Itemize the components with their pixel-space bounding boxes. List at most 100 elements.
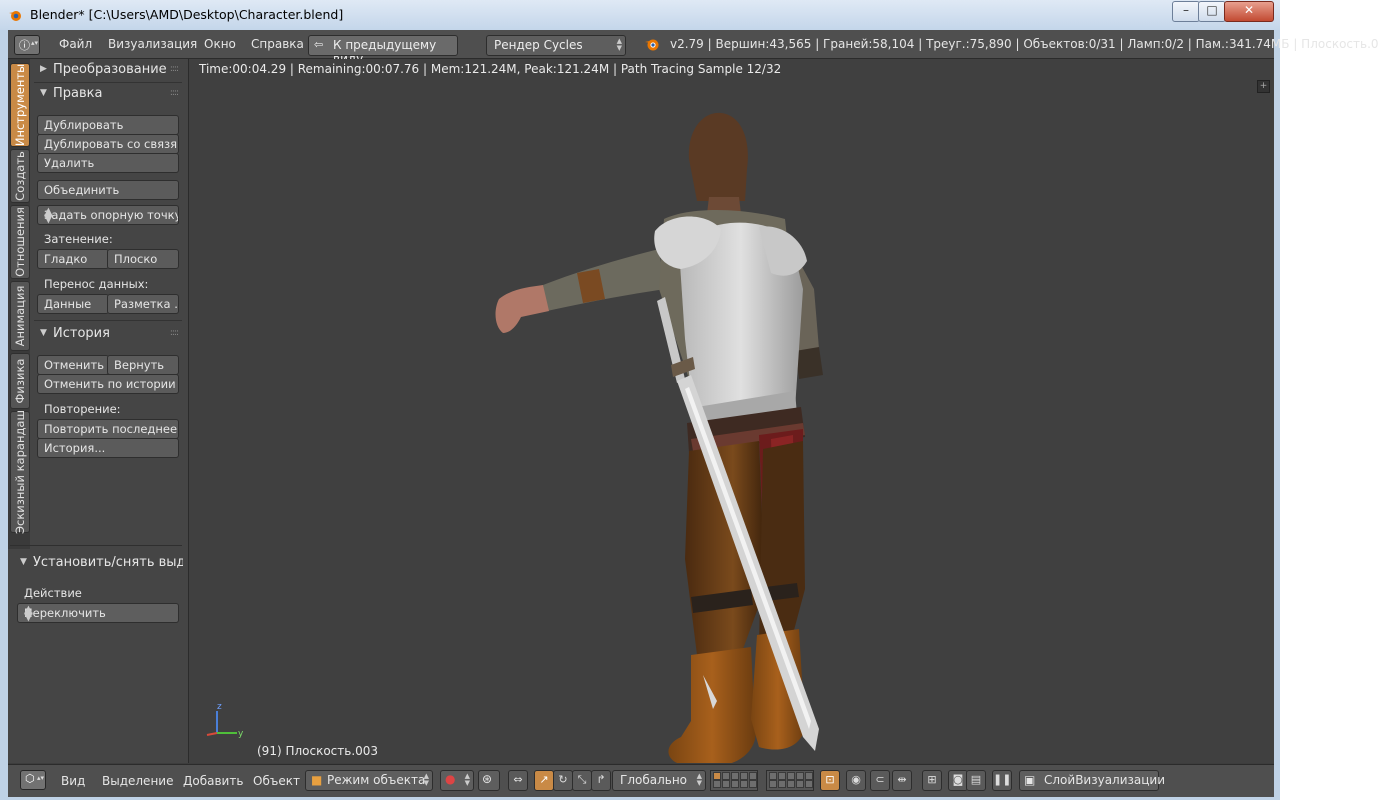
history-button[interactable]: История... bbox=[37, 438, 179, 458]
menu-window[interactable]: Окно bbox=[204, 37, 236, 51]
updown-icon: ▲ ▼ bbox=[24, 603, 33, 623]
menu-add[interactable]: Добавить bbox=[183, 774, 243, 788]
info-header: ⓘ ▴▾ Файл Визуализация Окно Справка ⇦ К п… bbox=[8, 30, 1379, 66]
transform-orientation-icon[interactable]: ↱ bbox=[591, 770, 611, 791]
3d-view-header: ⬡ ▴▾ Вид Выделение Добавить Объект ■ Режи… bbox=[8, 764, 1274, 797]
expand-properties-icon[interactable]: + bbox=[1257, 80, 1270, 93]
axes-gizmo-icon: z y bbox=[206, 702, 244, 739]
shade-flat-button[interactable]: Плоско bbox=[107, 249, 179, 269]
layer-buttons-right[interactable] bbox=[766, 770, 814, 791]
lock-camera-icon[interactable]: ⊡ bbox=[820, 770, 840, 791]
blender-window: Blender* [C:\Users\AMD\Desktop\Character… bbox=[0, 0, 1379, 800]
divider bbox=[34, 82, 182, 83]
proportional-editing-icon[interactable]: ◉ bbox=[846, 770, 866, 791]
menu-file[interactable]: Файл bbox=[59, 37, 92, 51]
maximize-button[interactable]: □ bbox=[1198, 1, 1226, 22]
tool-shelf: Инструменты Создать Отношения Анимация Ф… bbox=[8, 59, 189, 763]
tab-physics[interactable]: Физика bbox=[10, 353, 30, 409]
operator-panel-header[interactable]: ▼ Установить/снять выделе bbox=[16, 554, 186, 574]
snap-element-icon[interactable]: ⇹ bbox=[892, 770, 912, 791]
menu-select[interactable]: Выделение bbox=[102, 774, 173, 788]
action-dropdown[interactable]: Переключить ▲ ▼ bbox=[17, 603, 179, 623]
undo-button[interactable]: Отменить bbox=[37, 355, 109, 375]
render-engine-dropdown[interactable]: Рендер Cycles ▲ ▼ bbox=[486, 35, 626, 56]
3d-view-icon: ⬡ bbox=[25, 772, 35, 785]
pause-render-icon[interactable]: ❚❚ bbox=[992, 770, 1012, 791]
data-layout-button[interactable]: Разметка ... bbox=[107, 294, 179, 314]
minimize-button[interactable]: – bbox=[1172, 1, 1200, 22]
menu-render[interactable]: Визуализация bbox=[108, 37, 197, 51]
updown-icon: ▴▾ bbox=[37, 774, 45, 782]
action-label: Действие bbox=[24, 586, 82, 600]
shading-sphere-icon: ● bbox=[445, 772, 456, 786]
layer-buttons-left[interactable] bbox=[710, 770, 758, 791]
axis-y-label: y bbox=[238, 729, 244, 739]
close-button[interactable]: ✕ bbox=[1224, 1, 1274, 22]
tab-tools[interactable]: Инструменты bbox=[10, 63, 30, 147]
delete-button[interactable]: Удалить bbox=[37, 153, 179, 173]
updown-icon: ▲ ▼ bbox=[44, 205, 53, 225]
render-animation-icon[interactable]: ▤ bbox=[966, 770, 986, 791]
editor-type-selector[interactable]: ⬡ ▴▾ bbox=[20, 770, 46, 790]
panel-history-header[interactable]: ▼ История :::: bbox=[36, 325, 182, 345]
set-origin-dropdown[interactable]: Задать опорную точку ▲ ▼ bbox=[37, 205, 179, 225]
panel-edit-header[interactable]: ▼ Правка :::: bbox=[36, 85, 182, 105]
active-object-label: (91) Плоскость.003 bbox=[257, 744, 379, 758]
tab-relations[interactable]: Отношения bbox=[10, 205, 30, 279]
duplicate-button[interactable]: Дублировать bbox=[37, 115, 179, 135]
scale-manipulator-icon[interactable]: ⤡ bbox=[572, 770, 592, 791]
interaction-mode-dropdown[interactable]: ■ Режим объекта ▲ ▼ bbox=[305, 770, 433, 791]
axis-z-label: z bbox=[217, 702, 222, 712]
updown-icon: ▲ ▼ bbox=[696, 772, 702, 787]
render-layer-dropdown[interactable]: ▣ СлойВизуализации bbox=[1019, 770, 1165, 791]
panel-transform-header[interactable]: ▶ Преобразование :::: bbox=[36, 61, 182, 81]
editor-type-selector[interactable]: ⓘ ▴▾ bbox=[14, 35, 40, 55]
rendered-character bbox=[495, 112, 823, 763]
blender-app: ⓘ ▴▾ Файл Визуализация Окно Справка ⇦ К п… bbox=[8, 30, 1379, 797]
viewport-shading-dropdown[interactable]: ● ▲ ▼ bbox=[440, 770, 474, 791]
duplicate-linked-button[interactable]: Дублировать со связя... bbox=[37, 134, 179, 154]
minimize-icon: – bbox=[1183, 3, 1189, 17]
redo-button[interactable]: Вернуть bbox=[107, 355, 179, 375]
scene-statistics: v2.79 | Вершин:43,565 | Граней:58,104 | … bbox=[670, 37, 1379, 51]
repeat-last-button[interactable]: Повторить последнее bbox=[37, 419, 179, 439]
tab-grease-pencil[interactable]: Эскизный карандаш bbox=[10, 410, 30, 534]
translate-manipulator-icon[interactable]: ↗ bbox=[534, 770, 554, 791]
3d-viewport[interactable]: Time:00:04.29 | Remaining:00:07.76 | Mem… bbox=[189, 59, 1274, 763]
data-transfer-button[interactable]: Данные bbox=[37, 294, 109, 314]
back-icon: ⇦ bbox=[314, 38, 324, 51]
menu-help[interactable]: Справка bbox=[251, 37, 304, 51]
menu-view[interactable]: Вид bbox=[61, 774, 85, 788]
undo-history-button[interactable]: Отменить по истории bbox=[37, 374, 179, 394]
drag-grip-icon[interactable]: :::: bbox=[170, 64, 179, 74]
snap-target-icon[interactable]: ⊞ bbox=[922, 770, 942, 791]
updown-icon: ▲ ▼ bbox=[423, 772, 429, 787]
close-icon: ✕ bbox=[1243, 3, 1255, 17]
tool-tabs: Инструменты Создать Отношения Анимация Ф… bbox=[8, 59, 30, 549]
rotate-manipulator-icon[interactable]: ↻ bbox=[553, 770, 573, 791]
data-transfer-label: Перенос данных: bbox=[44, 277, 149, 291]
divider bbox=[34, 320, 182, 321]
drag-grip-icon[interactable]: :::: bbox=[170, 88, 179, 98]
object-mode-icon: ■ bbox=[311, 773, 323, 787]
render-engine-value: Рендер Cycles bbox=[494, 38, 583, 52]
manipulator-toggle-icon[interactable]: ⇔ bbox=[508, 770, 528, 791]
back-to-previous-button[interactable]: ⇦ К предыдущему виду bbox=[308, 35, 458, 66]
menu-object[interactable]: Объект bbox=[253, 774, 300, 788]
pivot-point-dropdown[interactable]: ⊛ bbox=[478, 770, 500, 791]
snap-toggle-icon[interactable]: ⊂ bbox=[870, 770, 890, 791]
expanded-triangle-icon: ▼ bbox=[40, 328, 47, 338]
tab-animation[interactable]: Анимация bbox=[10, 281, 30, 351]
render-status-text: Time:00:04.29 | Remaining:00:07.76 | Mem… bbox=[199, 62, 782, 76]
title-bar: Blender* [C:\Users\AMD\Desktop\Character… bbox=[0, 0, 1280, 30]
maximize-icon: □ bbox=[1206, 3, 1218, 17]
shade-smooth-button[interactable]: Гладко bbox=[37, 249, 109, 269]
transform-orientation-dropdown[interactable]: Глобально ▲ ▼ bbox=[612, 770, 706, 791]
blender-app-icon bbox=[9, 11, 21, 21]
updown-icon: ▲ ▼ bbox=[464, 772, 470, 787]
drag-grip-icon[interactable]: :::: bbox=[170, 328, 179, 338]
join-button[interactable]: Объединить bbox=[37, 180, 179, 200]
render-still-icon[interactable]: ◙ bbox=[948, 770, 968, 791]
repeat-label: Повторение: bbox=[44, 402, 121, 416]
tab-create[interactable]: Создать bbox=[10, 149, 30, 203]
